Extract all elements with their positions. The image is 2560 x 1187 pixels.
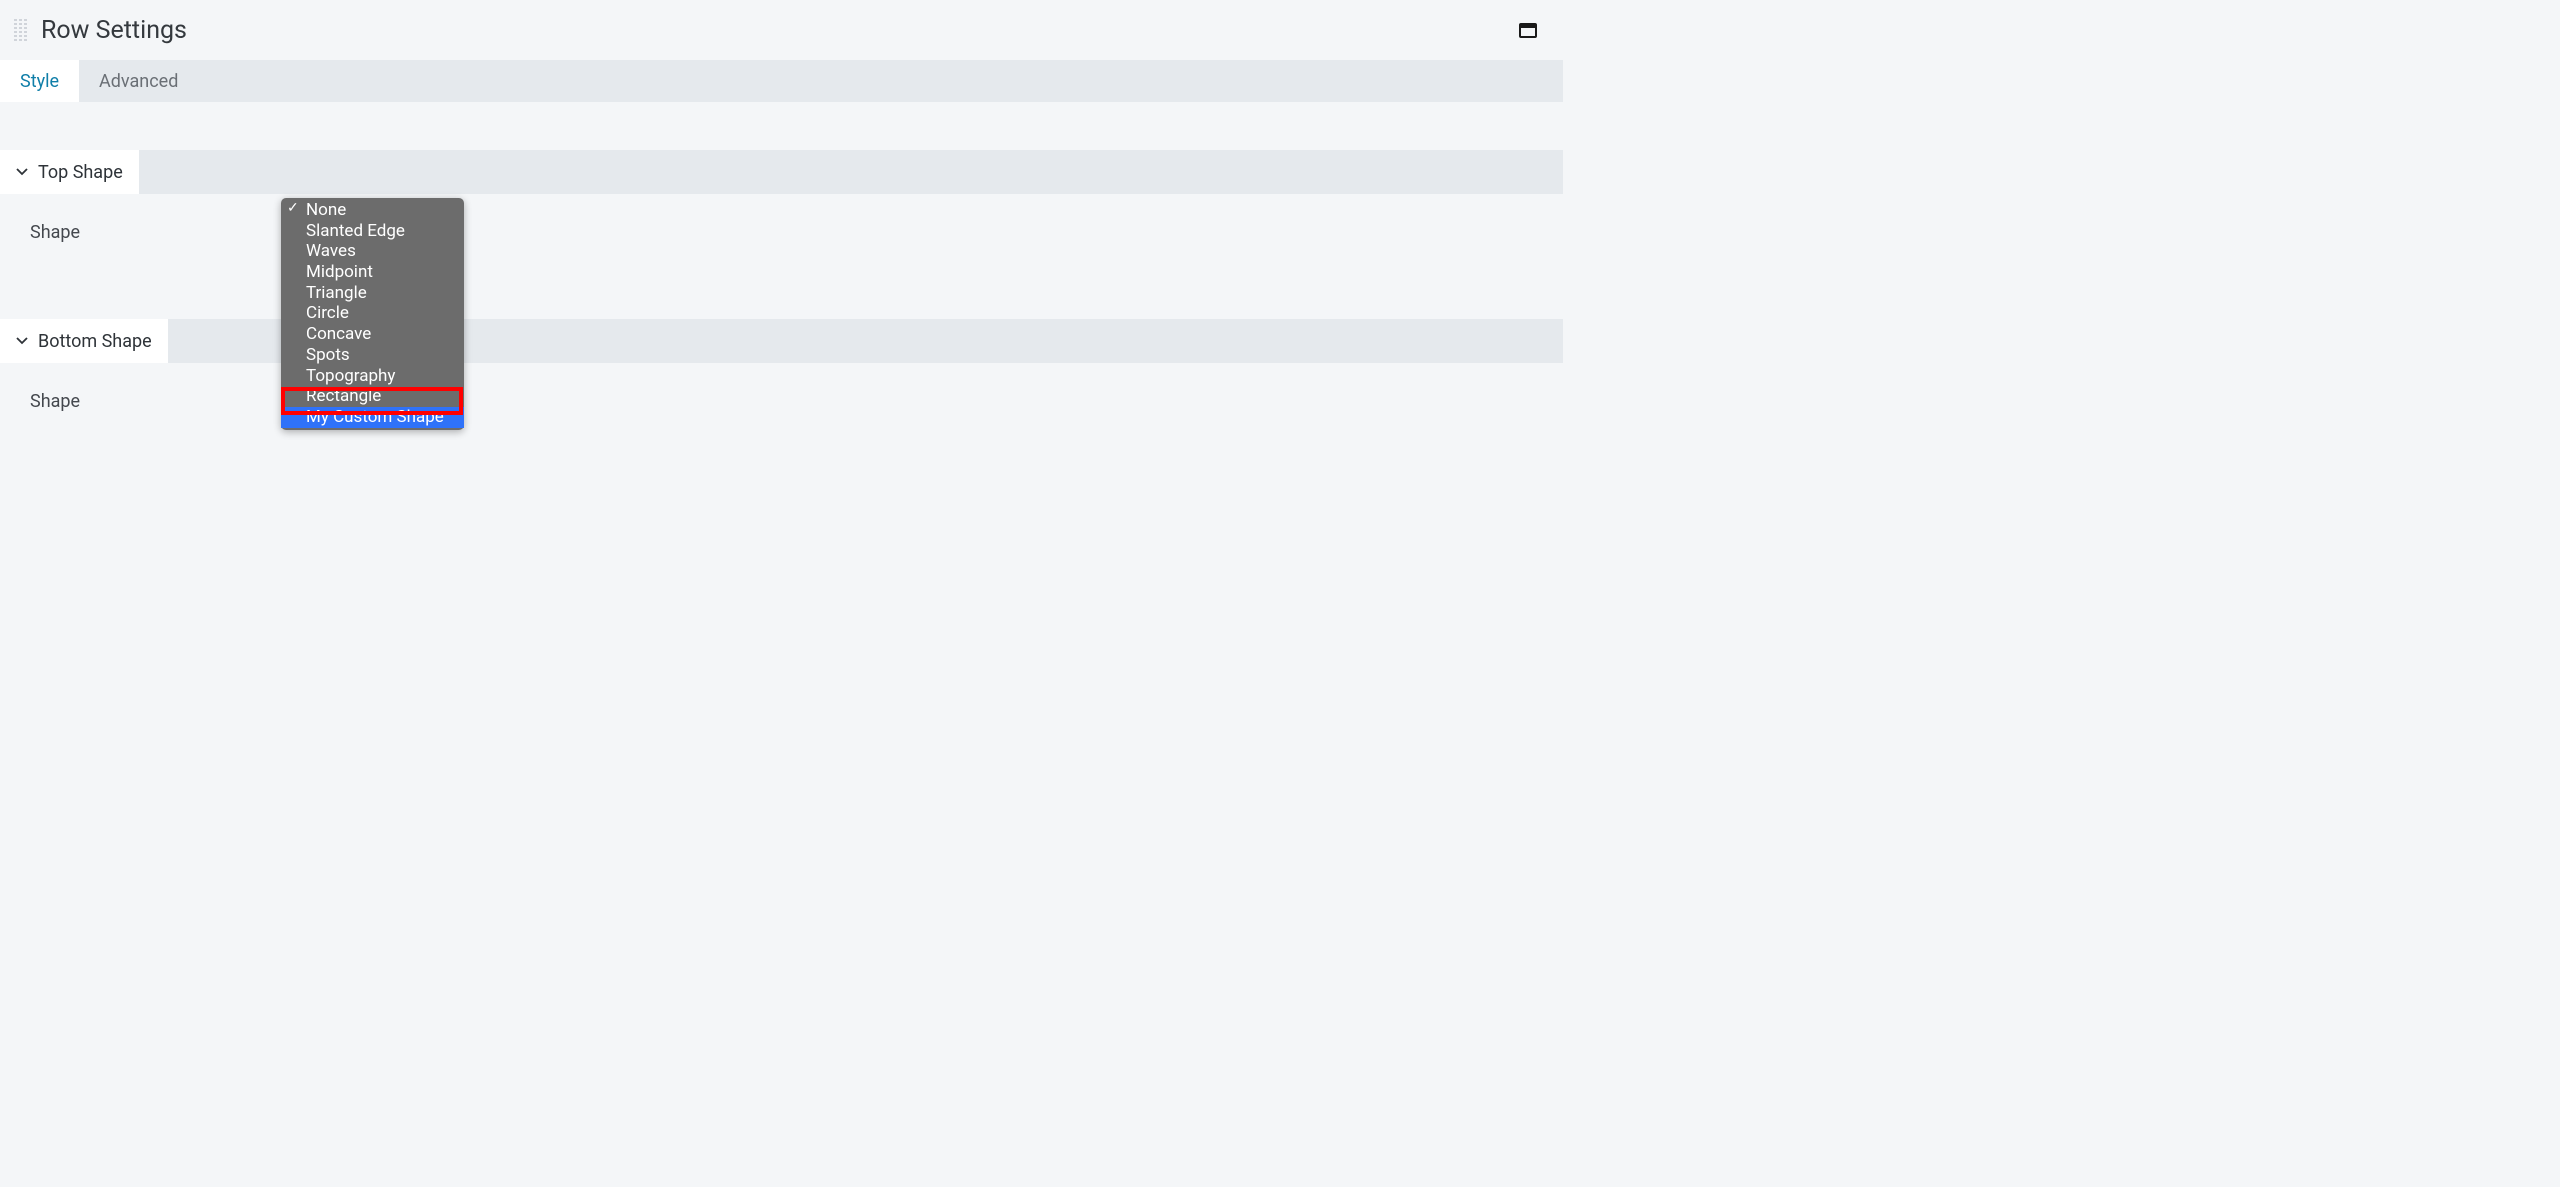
- dropdown-option-spots[interactable]: Spots: [281, 345, 464, 366]
- section-top-shape-toggle[interactable]: Top Shape: [0, 150, 139, 194]
- field-bottom-shape: Shape: [0, 363, 1563, 440]
- section-top-shape-title: Top Shape: [38, 162, 123, 183]
- dropdown-option-waves[interactable]: Waves: [281, 241, 464, 262]
- dropdown-option-topography[interactable]: Topography: [281, 366, 464, 387]
- dropdown-option-circle[interactable]: Circle: [281, 303, 464, 324]
- section-top-shape-row: Top Shape: [0, 150, 1563, 194]
- content-area: Top Shape Shape Bottom Shape Shape: [0, 102, 1563, 440]
- panel-title: Row Settings: [41, 16, 1519, 45]
- dropdown-option-rectangle[interactable]: Rectangle: [281, 386, 464, 407]
- chevron-down-icon: [16, 337, 28, 345]
- responsive-icon[interactable]: [1519, 23, 1537, 38]
- field-top-shape-label: Shape: [30, 222, 290, 243]
- drag-handle-icon[interactable]: [14, 19, 27, 41]
- section-bottom-shape-row: Bottom Shape: [0, 319, 1563, 363]
- field-top-shape: Shape: [0, 194, 1563, 271]
- dropdown-option-none[interactable]: None: [281, 200, 464, 221]
- section-bottom-shape-title: Bottom Shape: [38, 331, 152, 352]
- panel-header: Row Settings: [0, 0, 1563, 60]
- field-bottom-shape-label: Shape: [30, 391, 290, 412]
- dropdown-option-concave[interactable]: Concave: [281, 324, 464, 345]
- tabs-bar: Style Advanced: [0, 60, 1563, 102]
- tab-advanced[interactable]: Advanced: [79, 60, 198, 102]
- shape-dropdown-menu: None Slanted Edge Waves Midpoint Triangl…: [281, 198, 464, 430]
- dropdown-option-slanted-edge[interactable]: Slanted Edge: [281, 221, 464, 242]
- dropdown-option-triangle[interactable]: Triangle: [281, 283, 464, 304]
- section-bottom-shape-toggle[interactable]: Bottom Shape: [0, 319, 168, 363]
- tab-style[interactable]: Style: [0, 60, 79, 102]
- chevron-down-icon: [16, 168, 28, 176]
- dropdown-option-my-custom-shape[interactable]: My Custom Shape: [281, 407, 464, 428]
- dropdown-option-midpoint[interactable]: Midpoint: [281, 262, 464, 283]
